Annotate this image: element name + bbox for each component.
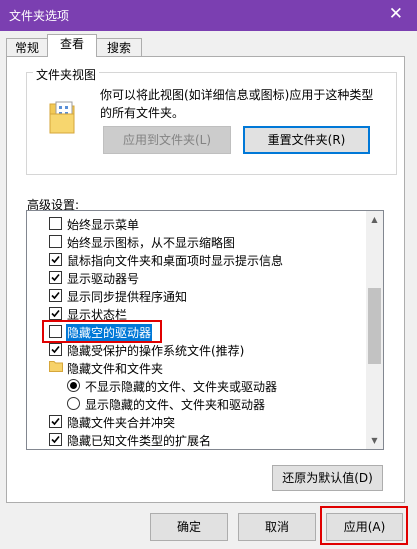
setting-show-hidden[interactable]: 显示隐藏的文件、文件夹和驱动器 (27, 394, 367, 412)
cancel-button[interactable]: 取消 (238, 513, 316, 541)
setting-label: 始终显示图标，从不显示缩略图 (67, 236, 236, 250)
ok-button[interactable]: 确定 (150, 513, 228, 541)
scroll-thumb[interactable] (368, 288, 381, 364)
setting-always-show-icons[interactable]: 始终显示图标，从不显示缩略图 (27, 232, 367, 250)
setting-label: 显示驱动器号 (67, 272, 140, 286)
radio[interactable] (67, 397, 80, 410)
check-icon (51, 273, 60, 282)
check-icon (51, 255, 60, 264)
setting-label: 显示同步提供程序通知 (67, 290, 188, 304)
scroll-up-icon[interactable]: ▲ (366, 211, 383, 228)
setting-hide-merge-conflicts[interactable]: 隐藏文件夹合并冲突 (27, 412, 367, 430)
tab-view[interactable]: 查看 (47, 34, 97, 57)
check-icon (51, 417, 60, 426)
setting-label: 隐藏已知文件类型的扩展名 (67, 434, 212, 448)
checkbox-checked[interactable] (49, 289, 62, 302)
highlight-box-apply (320, 506, 408, 545)
checkbox-checked[interactable] (49, 415, 62, 428)
checkbox-checked[interactable] (49, 253, 62, 266)
checkbox-checked[interactable] (49, 433, 62, 446)
setting-label: 始终显示菜单 (67, 218, 140, 232)
folder-icon (49, 361, 63, 372)
close-icon[interactable]: ✕ (389, 4, 403, 24)
title-bar: 文件夹选项 ✕ (0, 0, 417, 31)
checkbox[interactable] (49, 217, 62, 230)
radio-dot (70, 382, 77, 389)
setting-show-drive-letters[interactable]: 显示驱动器号 (27, 268, 367, 286)
setting-label: 隐藏文件和文件夹 (67, 362, 164, 376)
folder-views-description: 你可以将此视图(如详细信息或图标)应用于这种类型的所有文件夹。 (100, 88, 374, 120)
folder-views-title: 文件夹视图 (33, 66, 100, 83)
setting-hidden-files-folder: 隐藏文件和文件夹 (27, 358, 367, 376)
check-icon (51, 309, 60, 318)
restore-defaults-button[interactable]: 还原为默认值(D) (272, 465, 383, 491)
apply-to-folders-button[interactable]: 应用到文件夹(L) (103, 126, 231, 154)
setting-dont-show-hidden[interactable]: 不显示隐藏的文件、文件夹或驱动器 (27, 376, 367, 394)
setting-label: 不显示隐藏的文件、文件夹或驱动器 (85, 380, 278, 394)
setting-show-sync-notifications[interactable]: 显示同步提供程序通知 (27, 286, 367, 304)
tab-search[interactable]: 搜索 (96, 38, 142, 58)
check-icon (51, 345, 60, 354)
tree-scrollbar[interactable]: ▲ ▼ (366, 211, 383, 449)
checkbox[interactable] (49, 235, 62, 248)
checkbox-checked[interactable] (49, 271, 62, 284)
highlight-box-hide-empty-drives (42, 320, 162, 343)
setting-label: 隐藏文件夹合并冲突 (67, 416, 176, 430)
window-title: 文件夹选项 (9, 9, 70, 23)
setting-hide-extensions[interactable]: 隐藏已知文件类型的扩展名 (27, 430, 367, 448)
setting-label: 鼠标指向文件夹和桌面项时显示提示信息 (67, 254, 284, 268)
tab-general[interactable]: 常规 (6, 38, 48, 58)
checkbox-checked[interactable] (49, 343, 62, 356)
check-icon (51, 435, 60, 444)
checkbox-checked[interactable] (49, 307, 62, 320)
folder-icon (49, 101, 75, 134)
radio-selected[interactable] (67, 379, 80, 392)
setting-label: 显示隐藏的文件、文件夹和驱动器 (85, 398, 266, 412)
setting-always-show-menus[interactable]: 始终显示菜单 (27, 214, 367, 232)
setting-show-popup-description[interactable]: 鼠标指向文件夹和桌面项时显示提示信息 (27, 250, 367, 268)
scroll-down-icon[interactable]: ▼ (366, 432, 383, 449)
setting-label: 隐藏受保护的操作系统文件(推荐) (67, 344, 245, 358)
reset-folders-button[interactable]: 重置文件夹(R) (243, 126, 370, 154)
check-icon (51, 291, 60, 300)
